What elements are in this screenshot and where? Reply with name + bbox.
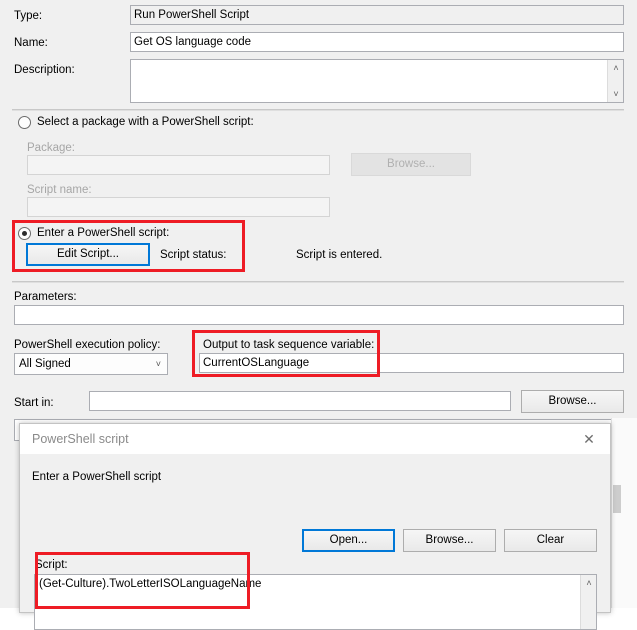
chevron-down-icon[interactable]: ˅ (156, 354, 161, 374)
script-scroll-up-icon[interactable]: ˄ (581, 575, 597, 591)
type-label: Type: (14, 10, 43, 22)
radio-select-package[interactable] (18, 116, 31, 129)
radio-enter-script[interactable] (18, 227, 31, 240)
dialog-title: PowerShell script (32, 432, 129, 446)
script-scrollbar[interactable]: ˄ (580, 575, 596, 629)
scroll-up-icon[interactable]: ˄ (608, 60, 624, 76)
dialog-browse-button[interactable]: Browse... (403, 529, 496, 552)
name-label: Name: (14, 37, 48, 49)
scroll-down-icon[interactable]: ˅ (608, 86, 624, 102)
execution-policy-value: All Signed (19, 358, 71, 370)
script-name-label: Script name: (27, 184, 92, 196)
parameters-label: Parameters: (14, 291, 77, 303)
dialog-instruction: Enter a PowerShell script (32, 471, 162, 483)
dialog-body: Enter a PowerShell script Open... Browse… (20, 454, 610, 630)
package-field (27, 155, 330, 175)
dialog-titlebar[interactable]: PowerShell script ✕ (20, 424, 610, 455)
open-button[interactable]: Open... (302, 529, 395, 552)
script-name-field (27, 197, 330, 217)
parameters-field[interactable] (14, 305, 624, 325)
start-in-label: Start in: (14, 397, 54, 409)
output-variable-label: Output to task sequence variable: (203, 339, 375, 351)
close-icon[interactable]: ✕ (568, 424, 610, 454)
description-scrollbar[interactable]: ˄ ˅ (607, 60, 623, 102)
parent-scroll-thumb[interactable] (613, 485, 621, 513)
script-textarea-value: (Get-Culture).TwoLetterISOLanguageName (39, 578, 262, 590)
start-in-browse-button[interactable]: Browse... (521, 390, 624, 413)
radio-enter-script-label: Enter a PowerShell script: (37, 227, 170, 239)
type-field: Run PowerShell Script (130, 5, 624, 25)
powershell-script-dialog: PowerShell script ✕ Enter a PowerShell s… (19, 423, 611, 630)
execution-policy-label: PowerShell execution policy: (14, 339, 161, 351)
output-variable-field[interactable]: CurrentOSLanguage (199, 353, 624, 373)
start-in-field[interactable] (89, 391, 511, 411)
edit-script-button[interactable]: Edit Script... (26, 243, 150, 266)
package-browse-button: Browse... (351, 153, 471, 176)
name-field[interactable]: Get OS language code (130, 32, 624, 52)
separator-top (12, 109, 624, 111)
radio-select-package-label: Select a package with a PowerShell scrip… (37, 116, 254, 128)
script-label: Script: (35, 559, 68, 571)
task-sequence-step-editor: Type: Run PowerShell Script Name: Get OS… (0, 0, 637, 630)
execution-policy-select[interactable]: All Signed ˅ (14, 353, 168, 375)
description-label: Description: (14, 64, 75, 76)
radio-enter-script-dot (22, 231, 27, 236)
script-status-label: Script status: (160, 249, 227, 261)
clear-button[interactable]: Clear (504, 529, 597, 552)
parent-scroll-gutter[interactable] (611, 418, 637, 608)
separator-middle (12, 281, 624, 283)
description-field[interactable]: ˄ ˅ (130, 59, 624, 103)
script-textarea[interactable]: (Get-Culture).TwoLetterISOLanguageName ˄ (34, 574, 597, 630)
package-label: Package: (27, 142, 75, 154)
script-status-value: Script is entered. (296, 249, 383, 261)
